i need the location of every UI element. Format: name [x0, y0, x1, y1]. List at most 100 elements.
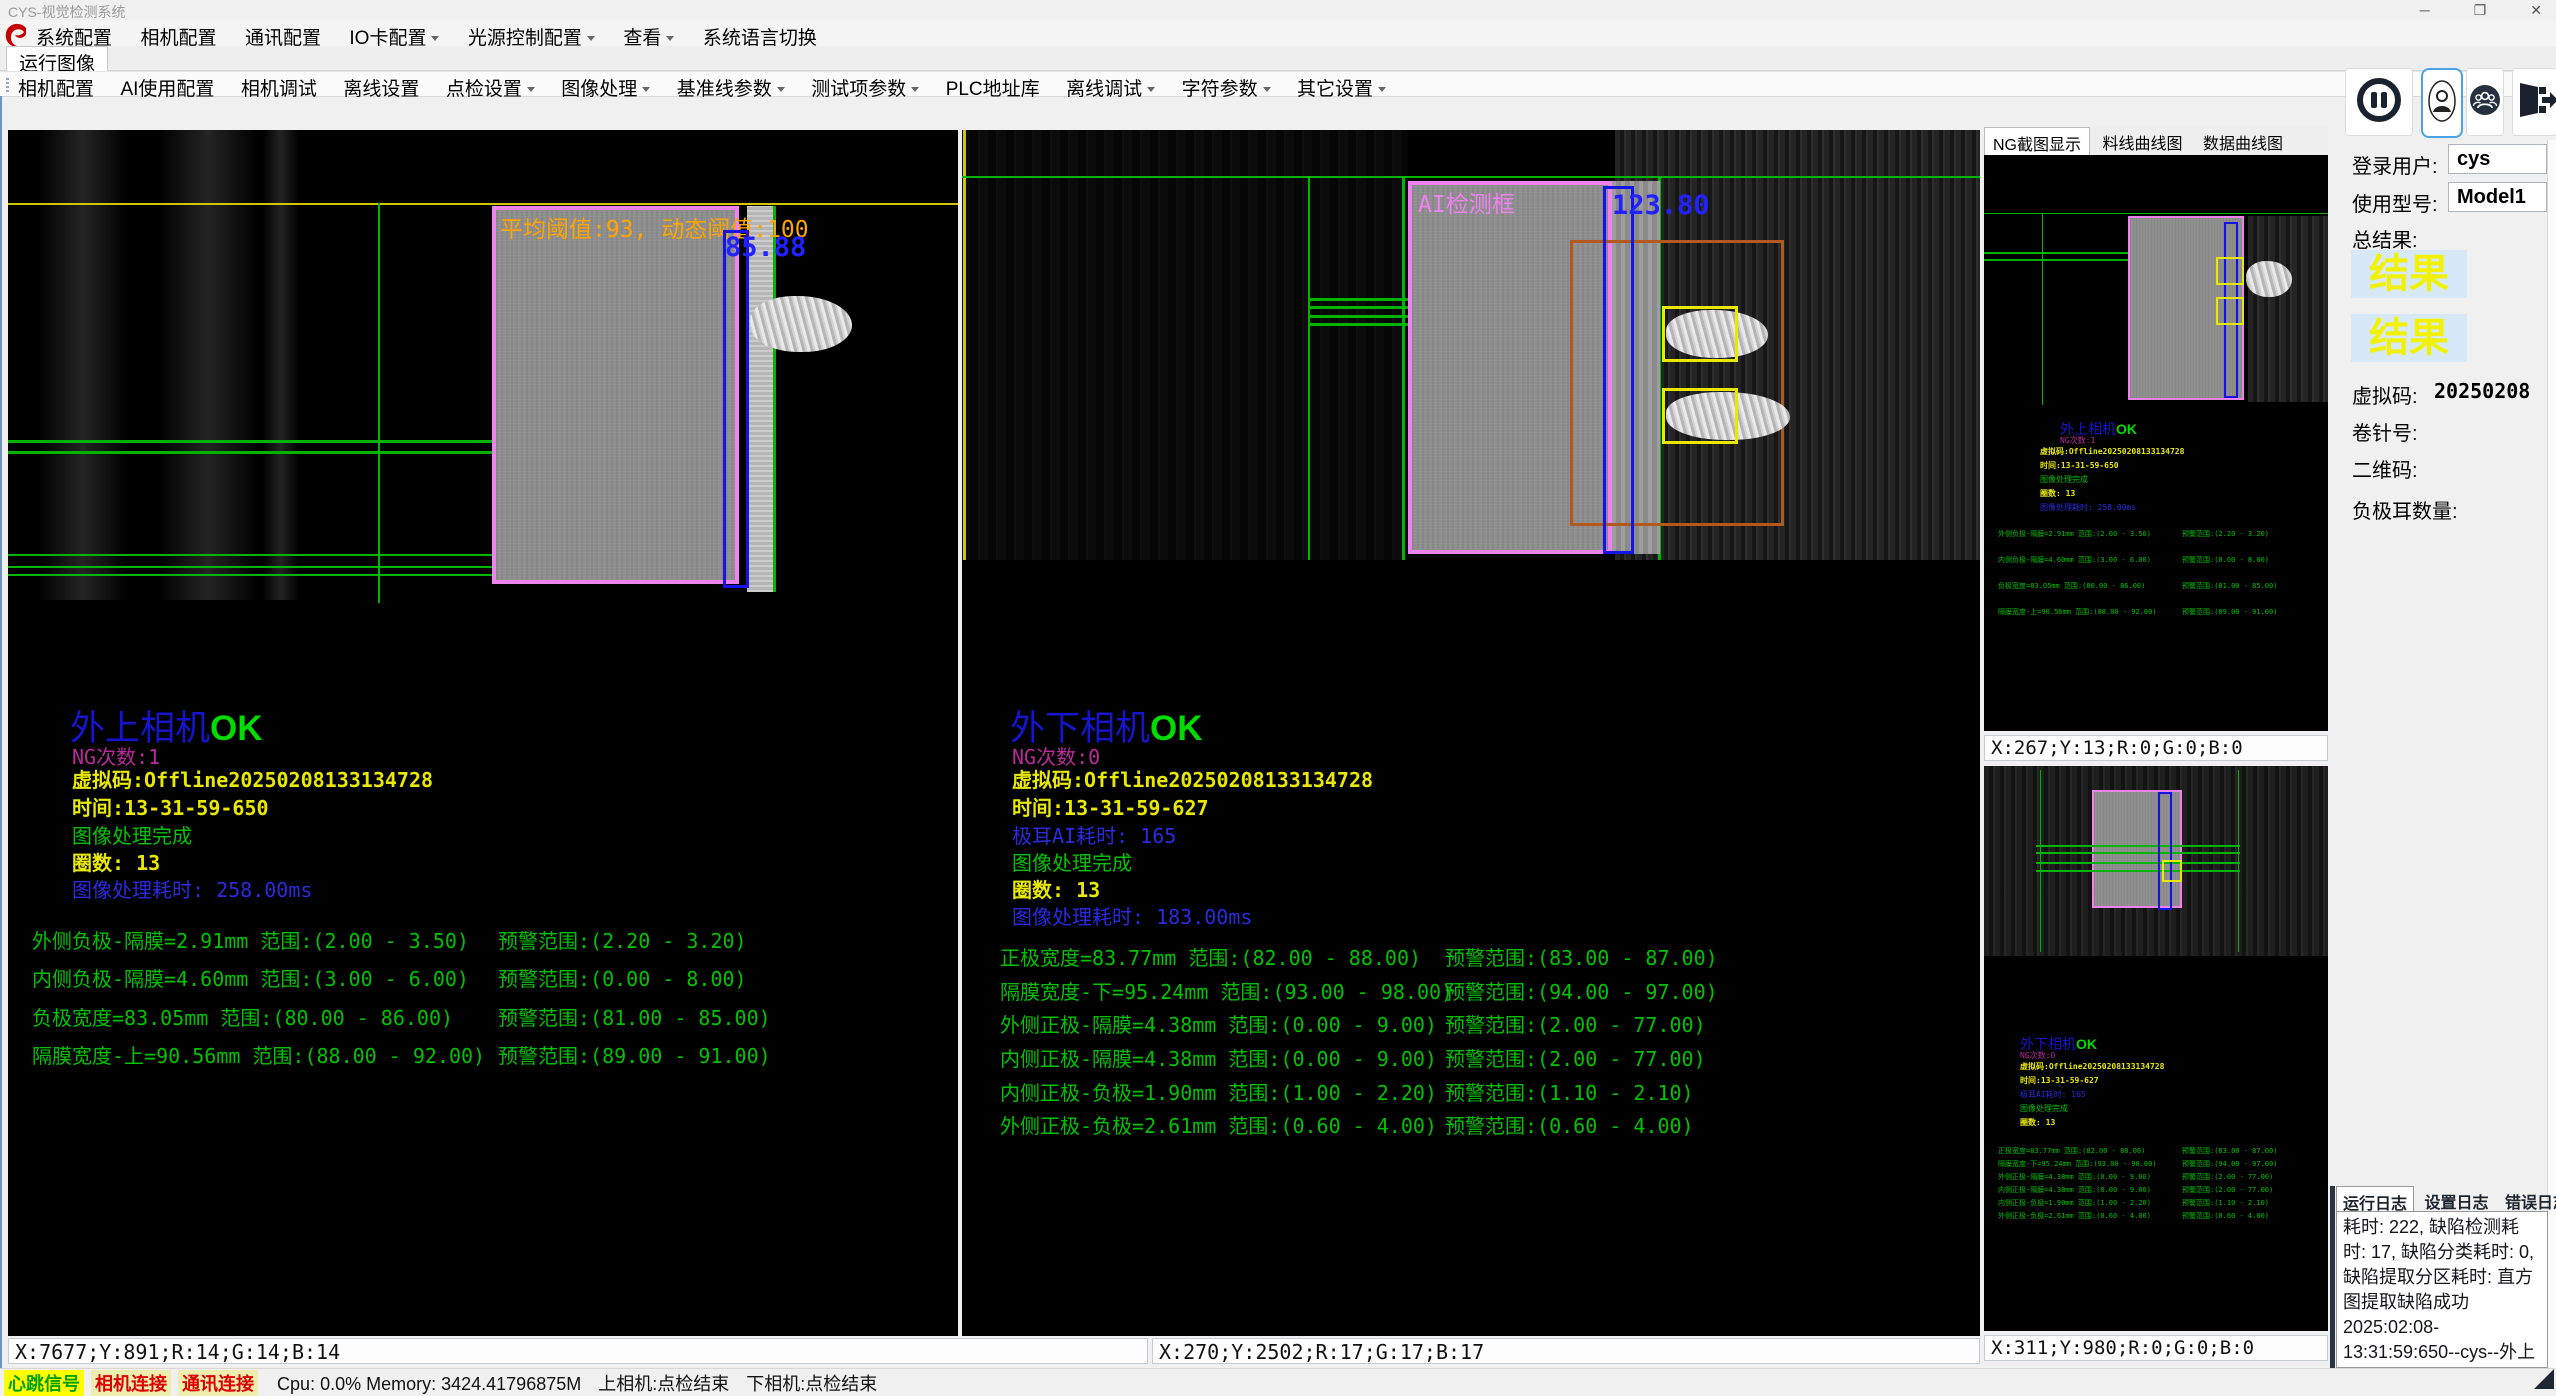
reference-line-yellow [963, 130, 966, 560]
tab-detect-box [1662, 306, 1738, 362]
tool-camera-config[interactable]: 相机配置 [18, 74, 94, 101]
panel-scrollbar[interactable] [2547, 140, 2556, 1368]
model-input[interactable]: Model1 [2448, 182, 2547, 212]
reference-line-green [1402, 176, 1405, 560]
virtual-code-line: 虚拟码:Offline20250208133134728 [2040, 445, 2184, 459]
image-streak [263, 130, 299, 600]
close-icon[interactable]: ✕ [2530, 1, 2542, 19]
time-line: 时间:13-31-59-627 [1012, 792, 1209, 821]
tool-camera-debug[interactable]: 相机调试 [241, 74, 317, 101]
reference-line-yellow [8, 203, 958, 205]
user-icon [2427, 79, 2457, 128]
pause-button[interactable] [2345, 68, 2413, 136]
camera-bottom-view[interactable]: AI检测框 123.80 外下相机OK NG次数:0 虚拟码:Offline20… [962, 130, 1980, 1336]
camera-top-coords: X:7677;Y:891;R:14;G:14;B:14 [8, 1338, 1148, 1364]
width-measure-box [723, 230, 749, 588]
maximize-icon[interactable]: ❐ [2474, 1, 2487, 19]
tool-offline-settings[interactable]: 离线设置 [343, 74, 419, 101]
measurement-row: 外侧负极-隔膜=2.91mm 范围:(2.00 - 3.50)预警范围:(2.2… [1998, 529, 2328, 539]
ai-detect-box [492, 206, 739, 584]
width-value-label: 85.88 [725, 232, 806, 263]
ai-time-line: 极耳AI耗时: 165 [1012, 820, 1176, 849]
tool-char-params[interactable]: 字符参数 [1182, 74, 1271, 101]
tool-other-settings[interactable]: 其它设置 [1297, 74, 1386, 101]
model-label: 使用型号: [2352, 188, 2438, 217]
camera-bottom-coords: X:270;Y:2502;R:17;G:17;B:17 [1152, 1338, 1980, 1364]
tool-baseline-params[interactable]: 基准线参数 [677, 74, 785, 101]
process-done-line: 图像处理完成 [2020, 1102, 2068, 1116]
chevron-down-icon [1263, 87, 1271, 92]
measure-line [2036, 852, 2240, 854]
measurement-row: 隔膜宽度-下=95.24mm 范围:(93.00 - 98.00)预警范围:(9… [1998, 1159, 2328, 1169]
process-done-line: 图像处理完成 [1012, 847, 1132, 876]
tool-test-item-params[interactable]: 测试项参数 [811, 74, 919, 101]
measurement-row: 隔膜宽度-上=90.56mm 范围:(88.00 - 92.00)预警范围:(8… [1998, 607, 2328, 617]
minimize-icon[interactable]: ─ [2420, 1, 2430, 19]
electrode-tab [2246, 261, 2292, 297]
measurement-row: 隔膜宽度-下=95.24mm 范围:(93.00 - 98.00)预警范围:(9… [1000, 976, 1950, 1005]
measure-line [2036, 870, 2240, 872]
window-title: CYS-视觉检测系统 [8, 2, 125, 22]
tab-data-curve[interactable]: 数据曲线图 [2195, 127, 2291, 158]
tool-offline-debug[interactable]: 离线调试 [1066, 74, 1155, 101]
reference-line-green [2042, 213, 2043, 405]
measurement-row: 内侧正极-隔膜=4.38mm 范围:(0.00 - 9.00)预警范围:(2.0… [1998, 1185, 2328, 1195]
ai-box-label: AI检测框 [1418, 185, 1515, 219]
thumb2-coords: X:311;Y:980;R:0;G:0;B:0 [1984, 1335, 2328, 1361]
reference-line-green [378, 203, 380, 603]
user-group-button[interactable] [2466, 68, 2504, 136]
chevron-down-icon [587, 36, 595, 41]
chevron-down-icon [911, 87, 919, 92]
ng-thumbnail-bottom[interactable]: 外下相机OK NG次数:0 虚拟码:Offline202502081331347… [1984, 766, 2328, 1331]
result-box-bottom: 结果 [2351, 314, 2467, 362]
measurement-row: 外侧正极-负极=2.61mm 范围:(0.60 - 4.00)预警范围:(0.6… [1998, 1211, 2328, 1221]
measure-line [1984, 252, 2128, 254]
camera-top-view[interactable]: 平均阈值:93, 动态阈值:100 85.88 外上相机OK NG次数:1 虚拟… [8, 130, 958, 1336]
chevron-down-icon [642, 87, 650, 92]
measurement-row: 外侧正极-隔膜=4.38mm 范围:(0.00 - 9.00)预警范围:(2.0… [1998, 1172, 2328, 1182]
time-line: 时间:13-31-59-650 [72, 792, 269, 821]
sample-edge-strip [747, 206, 773, 592]
toolbar-grip[interactable] [6, 76, 9, 92]
logout-button[interactable] [2512, 68, 2556, 136]
image-streak [158, 130, 258, 600]
pause-icon [2355, 76, 2403, 129]
tool-spot-check-settings[interactable]: 点检设置 [446, 74, 535, 101]
ng-thumbnail-top[interactable]: 外上相机OK NG次数:1 虚拟码:Offline202502081331347… [1984, 155, 2328, 731]
coil-count-line: 圈数: 13 [1012, 874, 1100, 903]
tool-ai-usage-config[interactable]: AI使用配置 [120, 74, 214, 101]
tab-detect-box [2162, 860, 2182, 882]
logout-icon [2512, 77, 2556, 128]
toolbar: 相机配置 AI使用配置 相机调试 离线设置 点检设置 图像处理 基准线参数 测试… [0, 71, 2556, 97]
measure-line [8, 451, 492, 454]
log-tab-strip: 运行日志 设置日志 错误日志 [2336, 1186, 2548, 1212]
measurement-row: 外侧正极-负极=2.61mm 范围:(0.60 - 4.00)预警范围:(0.6… [1000, 1110, 1950, 1139]
menubar: 系统配置 相机配置 通讯配置 IO卡配置 光源控制配置 查看 系统语言切换 [0, 20, 2556, 46]
reference-line-green [1308, 176, 1310, 560]
reference-line-green [773, 206, 776, 592]
ai-time-line: 极耳AI耗时: 165 [2020, 1088, 2086, 1102]
machine-texture [962, 130, 1408, 560]
measure-line [2036, 845, 2240, 847]
measurement-row: 外侧正极-隔膜=4.38mm 范围:(0.00 - 9.00)预警范围:(2.0… [1000, 1009, 1950, 1038]
log-splitter[interactable] [2330, 1186, 2335, 1368]
resize-grip-icon[interactable] [2534, 1369, 2554, 1389]
login-user-input[interactable]: cys [2448, 144, 2547, 174]
measurement-row: 内侧负极-隔膜=4.60mm 范围:(3.00 - 6.00)预警范围:(0.0… [1998, 555, 2328, 565]
total-result-label: 总结果: [2352, 224, 2418, 253]
tab-strip: 运行图像 [0, 46, 2556, 71]
measure-line [8, 566, 492, 568]
reference-line-green [962, 176, 1980, 178]
tool-plc-address-lib[interactable]: PLC地址库 [946, 74, 1040, 101]
process-done-line: 图像处理完成 [2040, 473, 2088, 487]
measure-line [2036, 862, 2240, 864]
measurement-row: 负极宽度=83.05mm 范围:(80.00 - 86.00)预警范围:(81.… [32, 1002, 932, 1031]
titlebar: CYS-视觉检测系统 ─ ❐ ✕ [0, 0, 2556, 20]
tool-image-processing[interactable]: 图像处理 [561, 74, 650, 101]
tab-line-curve[interactable]: 料线曲线图 [2094, 127, 2190, 158]
virtual-code-line: 虚拟码:Offline20250208133134728 [72, 764, 433, 793]
width-measure-box [2158, 792, 2172, 910]
camera-bottom-check-status: 下相机:点检结束 [746, 1370, 877, 1396]
log-content[interactable]: 耗时: 222, 缺陷检测耗时: 17, 缺陷分类耗时: 0, 缺陷提取分区耗时… [2336, 1211, 2548, 1368]
user-button[interactable] [2421, 68, 2463, 138]
